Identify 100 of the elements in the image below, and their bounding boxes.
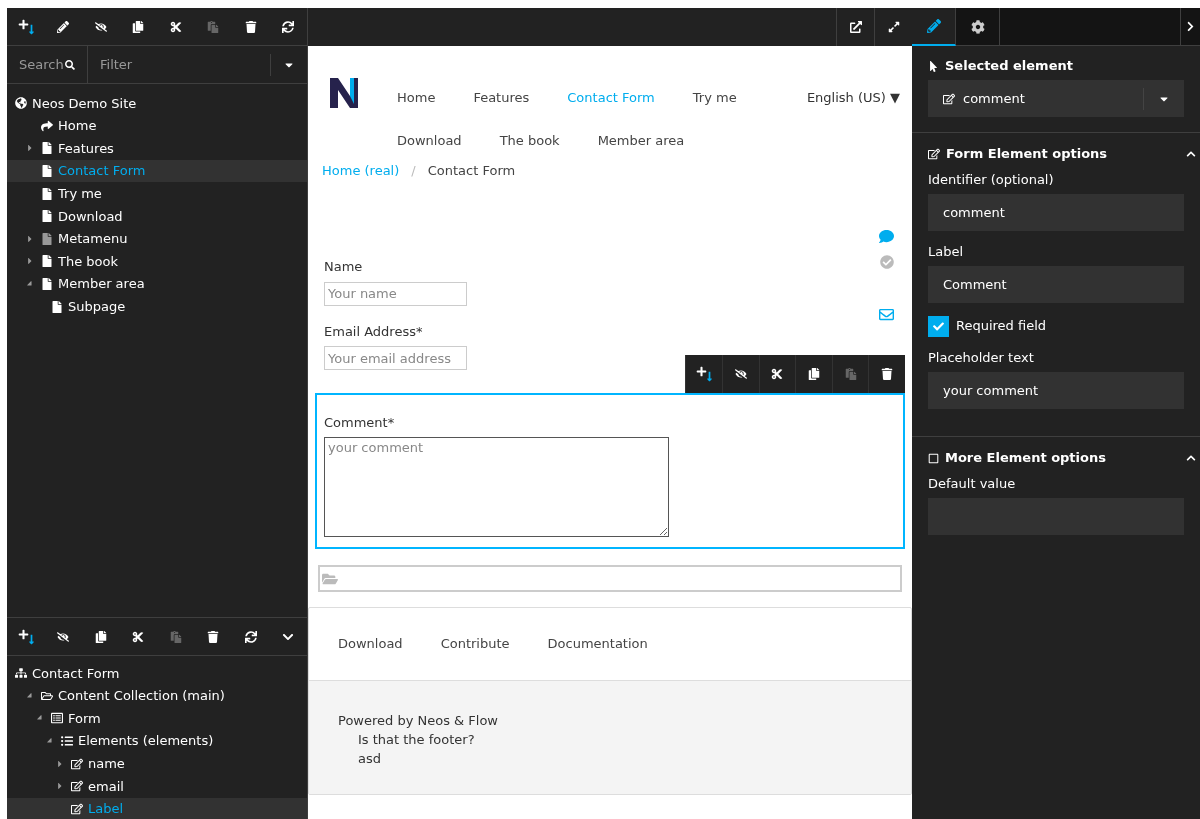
edit-icon: [928, 148, 940, 160]
section-title: Selected element: [945, 57, 1073, 76]
tree-item[interactable]: Contact Form: [7, 159, 307, 183]
input-field[interactable]: Your name: [324, 281, 467, 306]
nav-link[interactable]: Member area: [597, 130, 685, 151]
hide-icon: [734, 368, 747, 380]
field-label: Placeholder text: [928, 349, 1035, 367]
chevron-up-icon: [1186, 453, 1196, 463]
tree-label: name: [88, 754, 125, 773]
trash-icon: [881, 368, 894, 380]
input-field[interactable]: comment: [928, 194, 1184, 231]
tree-item[interactable]: Content Collection (main): [7, 684, 307, 708]
footer-text: Is that the footer?: [358, 732, 475, 747]
checkbox-label: Required field: [956, 317, 1047, 336]
selected-element-outline[interactable]: Comment* your comment: [315, 393, 905, 549]
page-icon: [41, 255, 53, 268]
section-header[interactable]: Form Element options: [912, 133, 1200, 171]
input-field[interactable]: Your email address: [324, 346, 467, 370]
copy-icon: [808, 368, 820, 380]
tree-label: Metamenu: [58, 230, 128, 249]
element-select[interactable]: comment: [928, 80, 1184, 117]
nav-link[interactable]: Home: [397, 87, 436, 108]
nav-link[interactable]: Features: [473, 87, 530, 108]
nav-link[interactable]: Try me: [692, 87, 737, 108]
tree-item[interactable]: email: [7, 774, 307, 798]
external-link-icon: [849, 21, 862, 33]
folder-icon: [41, 689, 53, 702]
language-selector[interactable]: English (US) ▼: [806, 87, 900, 108]
page-icon: [41, 142, 53, 155]
tree-item[interactable]: Contact Form: [7, 662, 307, 685]
tree-label: Download: [58, 207, 123, 226]
footer-link[interactable]: Download: [338, 634, 403, 654]
checkbox[interactable]: [928, 315, 949, 337]
tree-label: Try me: [58, 184, 102, 203]
page-icon: [41, 232, 53, 245]
comment-icon[interactable]: [879, 229, 894, 244]
tree-label: Form: [68, 709, 101, 728]
add-node-icon: [17, 628, 34, 645]
input-field[interactable]: your comment: [928, 372, 1184, 409]
tree-item[interactable]: Subpage: [7, 295, 307, 318]
field-label: Label: [928, 243, 965, 261]
scissors-icon: [132, 630, 145, 643]
search-field[interactable]: Search: [19, 54, 66, 75]
chevron-right-icon: [1185, 21, 1196, 32]
edit-icon: [71, 802, 83, 815]
tree-item[interactable]: Download: [7, 204, 307, 228]
tree-item[interactable]: Metamenu: [7, 227, 307, 251]
pointer-icon: [928, 60, 939, 72]
tree-item[interactable]: Member area: [7, 272, 307, 296]
section-header[interactable]: More Element options: [912, 437, 1200, 475]
tree-item[interactable]: Neos Demo Site: [7, 92, 307, 115]
breadcrumb-current: Contact Form: [427, 162, 516, 181]
add-node-icon: [696, 366, 713, 382]
footer-link[interactable]: Documentation: [547, 634, 648, 654]
page-icon: [41, 187, 53, 200]
input-field[interactable]: Comment: [928, 266, 1184, 303]
pencil-icon: [57, 20, 70, 33]
tree-item[interactable]: Label: [7, 797, 307, 819]
paste-icon: [207, 20, 220, 33]
edit-icon: [71, 757, 83, 770]
tree-item[interactable]: Elements (elements): [7, 729, 307, 753]
filter-field[interactable]: Filter: [100, 54, 270, 75]
breadcrumb-separator: /: [411, 162, 416, 181]
field-label: Email Address*: [324, 322, 423, 340]
tree-item[interactable]: The book: [7, 250, 307, 273]
copy-icon: [94, 630, 107, 643]
envelope-icon[interactable]: [879, 307, 894, 322]
footer-text: asd: [358, 751, 381, 766]
nav-link[interactable]: Download: [397, 130, 462, 151]
scissors-icon: [771, 368, 784, 380]
pencil-icon: [926, 19, 941, 33]
edit-icon: [71, 780, 83, 793]
tree-label: The book: [58, 252, 118, 271]
footer-link[interactable]: Contribute: [440, 634, 510, 654]
gear-icon: [970, 20, 985, 34]
field-label: Comment*: [324, 414, 395, 431]
tree-item[interactable]: Features: [7, 137, 307, 160]
form-icon: [51, 712, 63, 725]
field-label: Name: [324, 258, 363, 275]
inspector-tab[interactable]: [912, 8, 956, 46]
page-icon: [41, 278, 53, 291]
tree-label: Home: [58, 117, 97, 136]
page-icon: [41, 165, 53, 178]
comment-textarea[interactable]: your comment: [324, 437, 669, 537]
tree-item[interactable]: Form: [7, 707, 307, 730]
page-icon: [51, 300, 63, 313]
list-icon: [61, 735, 73, 748]
tree-item[interactable]: name: [7, 752, 307, 775]
tree-label: Neos Demo Site: [32, 94, 137, 113]
refresh-icon: [282, 20, 295, 33]
trash-icon: [244, 20, 257, 33]
add-node-icon: [17, 18, 34, 35]
hide-icon: [94, 20, 107, 33]
tree-label: Member area: [58, 275, 145, 294]
tree-item[interactable]: Home: [7, 114, 307, 138]
nav-link[interactable]: The book: [499, 130, 560, 151]
field-label: Identifier (optional): [928, 171, 1055, 189]
scissors-icon: [169, 20, 182, 33]
tree-item[interactable]: Try me: [7, 182, 307, 205]
tree-label: Content Collection (main): [58, 687, 225, 706]
